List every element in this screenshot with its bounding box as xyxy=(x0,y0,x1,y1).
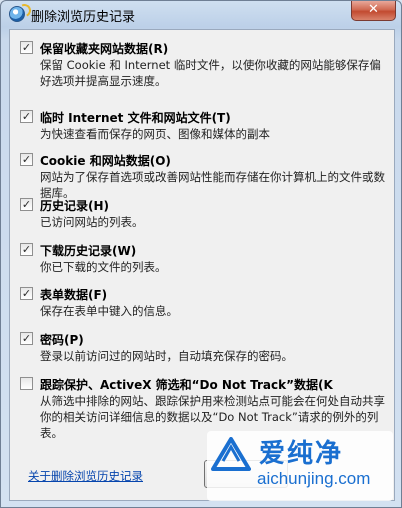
title-bar[interactable]: 删除浏览历史记录 ✕ xyxy=(1,1,401,27)
checkbox-history[interactable]: ✓ xyxy=(20,198,33,211)
option-title: 下载历史记录(W) xyxy=(40,244,137,258)
option-description: 你已下载的文件的列表。 xyxy=(40,260,167,274)
checkbox-tracking-protection[interactable] xyxy=(20,377,33,390)
option-description: 为快速查看而保存的网页、图像和媒体的副本 xyxy=(40,127,270,141)
watermark-logo-icon xyxy=(211,437,251,471)
option-title: 表单数据(F) xyxy=(40,288,108,302)
option-title: 密码(P) xyxy=(40,333,84,347)
option-description: 已访问网站的列表。 xyxy=(40,215,144,229)
checkbox-cookies[interactable]: ✓ xyxy=(20,153,33,166)
checkbox-temporary-files[interactable]: ✓ xyxy=(20,110,33,123)
option-description: 保留 Cookie 和 Internet 临时文件，以使你收藏的网站能够保存偏好… xyxy=(40,58,381,88)
window-title: 删除浏览历史记录 xyxy=(31,10,136,25)
checkbox-download-history[interactable]: ✓ xyxy=(20,243,33,256)
option-title: Cookie 和网站数据(O) xyxy=(40,154,171,168)
checkbox-passwords[interactable]: ✓ xyxy=(20,332,33,345)
about-delete-history-link[interactable]: 关于删除浏览历史记录 xyxy=(28,468,143,484)
option-title: 跟踪保护、ActiveX 筛选和“Do Not Track”数据(K xyxy=(40,378,333,392)
option-description: 保存在表单中键入的信息。 xyxy=(40,304,178,318)
checkbox-preserve-favorites[interactable]: ✓ xyxy=(20,41,33,54)
option-description: 登录以前访问过的网站时，自动填充保存的密码。 xyxy=(40,349,293,363)
internet-explorer-icon xyxy=(9,6,25,22)
option-title: 临时 Internet 文件和网站文件(T) xyxy=(40,111,231,125)
watermark-url: aichunjing.com xyxy=(257,469,371,488)
option-title: 历史记录(H) xyxy=(40,199,110,213)
watermark: 爱纯净 aichunjing.com xyxy=(207,431,393,501)
delete-browsing-history-dialog: 删除浏览历史记录 ✕ ✓ 保留收藏夹网站数据(R) 保留 Cookie 和 In… xyxy=(0,0,402,508)
checkbox-form-data[interactable]: ✓ xyxy=(20,287,33,300)
watermark-brand: 爱纯净 xyxy=(259,439,344,469)
close-button[interactable]: ✕ xyxy=(351,1,396,21)
option-title: 保留收藏夹网站数据(R) xyxy=(40,42,169,56)
